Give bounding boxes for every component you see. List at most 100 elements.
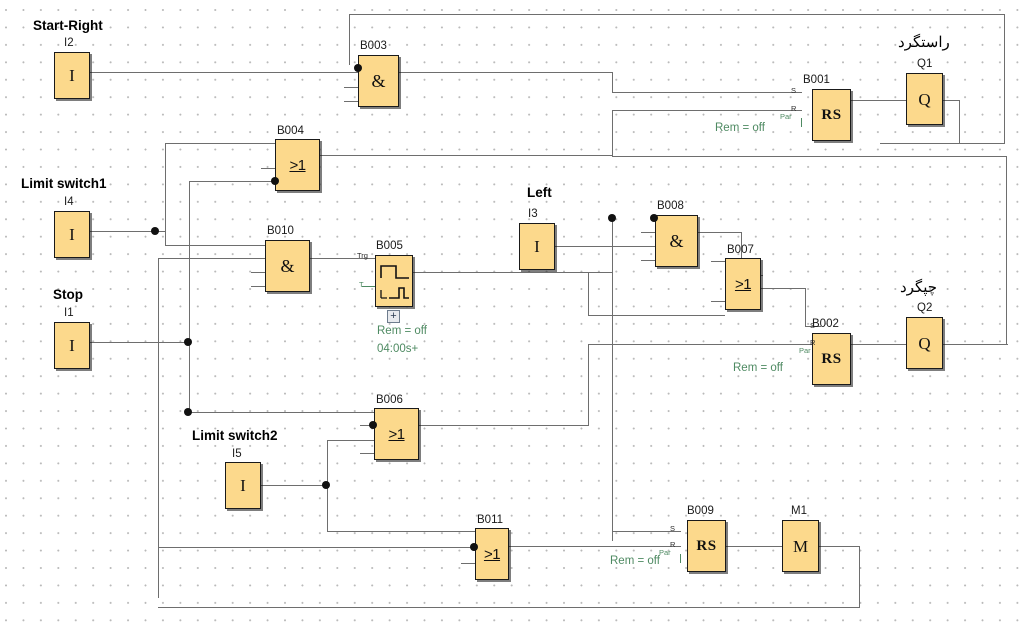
wire-q2-out — [943, 344, 1008, 346]
wire-i5-to-b006 — [327, 440, 374, 442]
wire-i4-drop — [164, 231, 166, 246]
block-glyph-b003: & — [371, 71, 386, 91]
block-glyph-b006: >1 — [388, 425, 405, 443]
pinlabel-b001-s: S — [791, 86, 797, 95]
wire-i4-to-b010 — [165, 245, 265, 247]
wire-bottom-feedback — [158, 607, 859, 609]
wire-b006-up — [588, 344, 590, 426]
blockname-b010: B010 — [267, 225, 294, 237]
block-i2[interactable]: I — [54, 52, 90, 99]
block-q2[interactable]: Q — [906, 317, 943, 369]
wire-q1-out — [943, 100, 960, 102]
block-m1[interactable]: M — [782, 520, 819, 572]
block-glyph-q1: Q — [918, 89, 931, 109]
junction-i1 — [184, 338, 192, 346]
blockname-q1: Q1 — [917, 58, 933, 70]
wire-i5-down — [326, 485, 328, 532]
block-i1[interactable]: I — [54, 322, 90, 369]
stub-b009-par — [680, 554, 682, 563]
param-b002-rem: Rem = off — [733, 362, 783, 374]
junction-bus612-b008 — [608, 214, 616, 222]
block-b009[interactable]: RS — [687, 520, 726, 572]
label-rastgard: راستگرد — [898, 34, 950, 51]
wire-bus-b-top — [165, 143, 275, 145]
wire-i2-to-b003 — [90, 72, 358, 74]
blockname-q2: Q2 — [917, 302, 933, 314]
stub-b008-in3 — [641, 260, 655, 262]
pulse-waveform-icon — [380, 265, 409, 299]
wire-busa-to-b006 — [189, 412, 374, 414]
blockname-i5: I5 — [232, 448, 242, 460]
block-b008[interactable]: & — [655, 215, 698, 267]
stub-b003-in2 — [344, 87, 358, 89]
block-b001[interactable]: RS — [812, 89, 851, 141]
block-glyph-b010: & — [280, 256, 295, 276]
block-b006[interactable]: >1 — [374, 408, 419, 460]
wire-b004-to-b001r — [612, 110, 802, 112]
wire-b004-out — [320, 155, 612, 157]
block-b002[interactable]: RS — [812, 333, 851, 385]
wire-b011-out — [509, 546, 681, 548]
param-b005-rem: Rem = off — [377, 325, 427, 337]
wire-b003-to-b001s — [612, 92, 802, 94]
wire-i3-left-in — [485, 272, 613, 274]
block-b011[interactable]: >1 — [475, 528, 509, 580]
label-chapgard: چپگرد — [900, 279, 938, 296]
block-b003[interactable]: & — [358, 55, 399, 107]
plus-icon: + — [390, 310, 397, 322]
block-glyph-q2: Q — [918, 333, 931, 353]
block-glyph-b007: >1 — [734, 275, 752, 293]
blockname-b006: B006 — [376, 394, 403, 406]
block-b007[interactable]: >1 — [725, 258, 761, 310]
stub-b011-in1 — [461, 531, 475, 533]
wire-i5-out — [261, 485, 327, 487]
stub-b001-par — [801, 118, 803, 127]
junction-b004-in3 — [271, 177, 279, 185]
junction-b006-in1 — [369, 421, 377, 429]
block-i4[interactable]: I — [54, 211, 90, 258]
blockname-m1: M1 — [791, 505, 807, 517]
wire-i3-out — [555, 246, 655, 248]
blockname-b008: B008 — [657, 200, 684, 212]
wire-bus-a-to-b004 — [189, 181, 275, 183]
blockname-b009: B009 — [687, 505, 714, 517]
block-b010[interactable]: & — [265, 240, 310, 292]
label-stop: Stop — [53, 287, 83, 302]
block-glyph-i2: I — [69, 66, 75, 85]
wire-q1-feedback-down — [959, 100, 961, 144]
wire-b008-out — [698, 232, 742, 234]
b005-expander-button[interactable]: + — [387, 310, 400, 323]
junction-b003-in1 — [354, 64, 362, 72]
block-b005[interactable] — [375, 255, 413, 307]
block-i3[interactable]: I — [519, 223, 555, 270]
stub-b008-in2 — [641, 232, 655, 234]
block-i5[interactable]: I — [225, 462, 261, 509]
block-glyph-i4: I — [69, 225, 75, 244]
block-glyph-b004: >1 — [289, 156, 306, 174]
block-b004[interactable]: >1 — [275, 139, 320, 191]
block-glyph-b002: RS — [821, 350, 842, 367]
blockname-b007: B007 — [727, 244, 754, 256]
wire-q2-feedback-left — [612, 156, 1007, 158]
wire-left-branch-to-b007 — [588, 315, 725, 317]
wire-top-feedback-right — [1003, 14, 1005, 144]
junction-i5 — [322, 481, 330, 489]
blockname-b002: B002 — [812, 318, 839, 330]
label-limit-switch2: Limit switch2 — [192, 428, 278, 443]
wire-left-branch-down — [588, 272, 590, 316]
blockname-i4: I4 — [64, 196, 74, 208]
blockname-b004: B004 — [277, 125, 304, 137]
blockname-i1: I1 — [64, 307, 74, 319]
junction-b011-in2 — [470, 543, 478, 551]
label-start-right: Start-Right — [33, 18, 103, 33]
block-q1[interactable]: Q — [906, 73, 943, 125]
stub-b007-in2 — [711, 261, 725, 263]
blockname-b003: B003 — [360, 40, 387, 52]
blockname-b011: B011 — [477, 514, 504, 526]
pinlabel-b009-par: Par — [659, 548, 671, 557]
stub-b004-in2 — [261, 168, 275, 170]
pinlabel-b005-t: T — [359, 280, 364, 289]
block-glyph-i1: I — [69, 336, 75, 355]
wire-b003-out — [399, 72, 613, 74]
stub-b010-in4 — [251, 286, 265, 288]
